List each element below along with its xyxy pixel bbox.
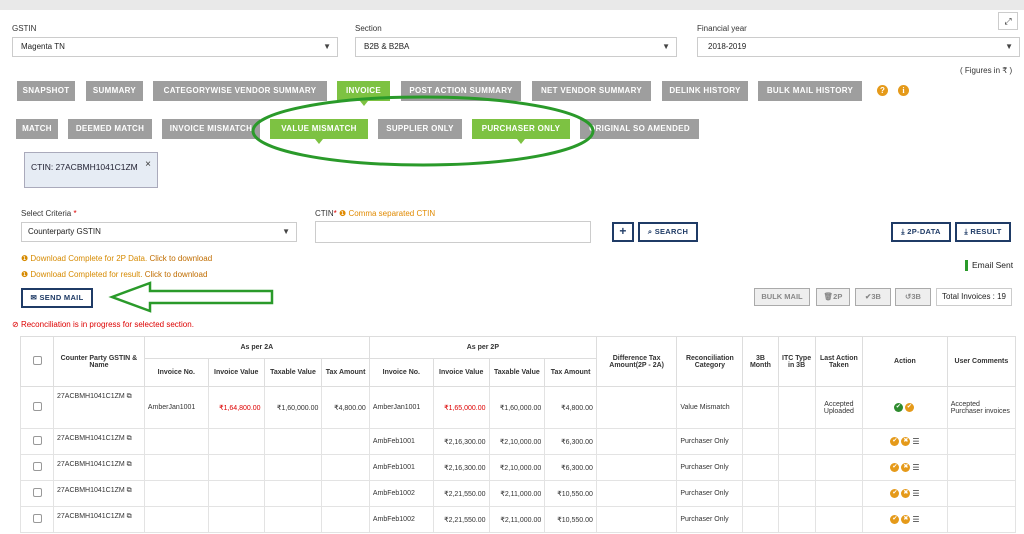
annotation-overlay bbox=[108, 95, 595, 313]
highlight-ellipse bbox=[251, 95, 595, 167]
annotation-arrow bbox=[108, 281, 274, 313]
